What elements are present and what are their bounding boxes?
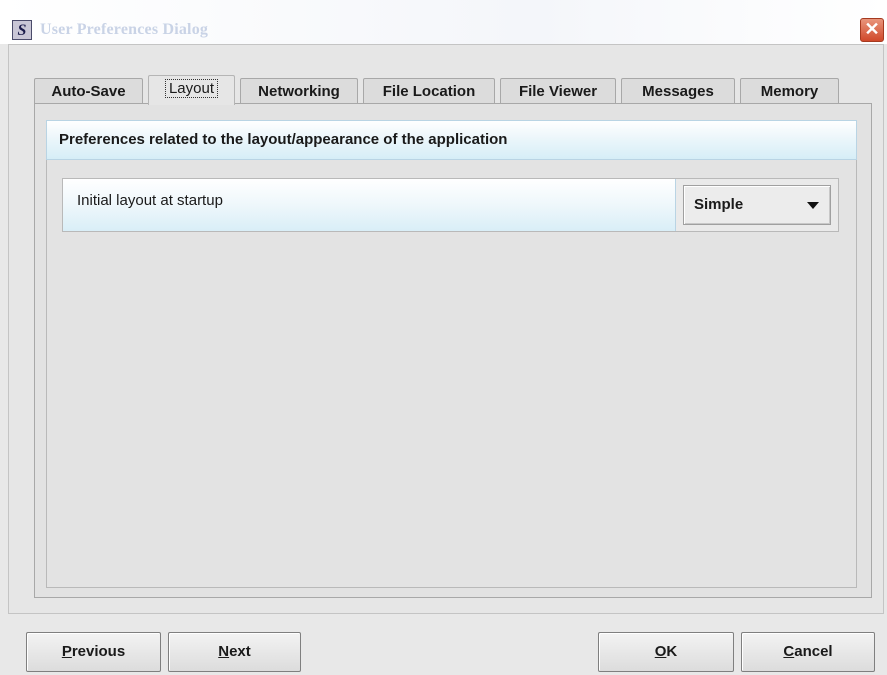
- preferences-dialog: S User Preferences Dialog ✕ Auto-Save La…: [0, 0, 887, 675]
- initial-layout-select[interactable]: Simple: [683, 185, 831, 225]
- tab-memory[interactable]: Memory: [740, 78, 839, 104]
- next-button[interactable]: Next: [168, 632, 301, 672]
- tab-auto-save[interactable]: Auto-Save: [34, 78, 143, 104]
- chevron-down-icon[interactable]: [807, 202, 819, 209]
- title-bar[interactable]: S User Preferences Dialog ✕: [0, 0, 887, 44]
- ok-button[interactable]: OK: [598, 632, 734, 672]
- preference-label: Initial layout at startup: [63, 179, 676, 231]
- window-title: User Preferences Dialog: [40, 21, 209, 38]
- app-icon: S: [12, 20, 32, 40]
- tab-networking[interactable]: Networking: [240, 78, 358, 104]
- tab-file-viewer[interactable]: File Viewer: [500, 78, 616, 104]
- close-icon[interactable]: ✕: [860, 18, 884, 42]
- select-value: Simple: [694, 196, 744, 213]
- tab-layout[interactable]: Layout: [148, 75, 235, 105]
- previous-button[interactable]: Previous: [26, 632, 161, 672]
- tab-file-location[interactable]: File Location: [363, 78, 495, 104]
- section-header: Preferences related to the layout/appear…: [46, 120, 857, 160]
- cancel-button[interactable]: Cancel: [741, 632, 875, 672]
- tab-messages[interactable]: Messages: [621, 78, 735, 104]
